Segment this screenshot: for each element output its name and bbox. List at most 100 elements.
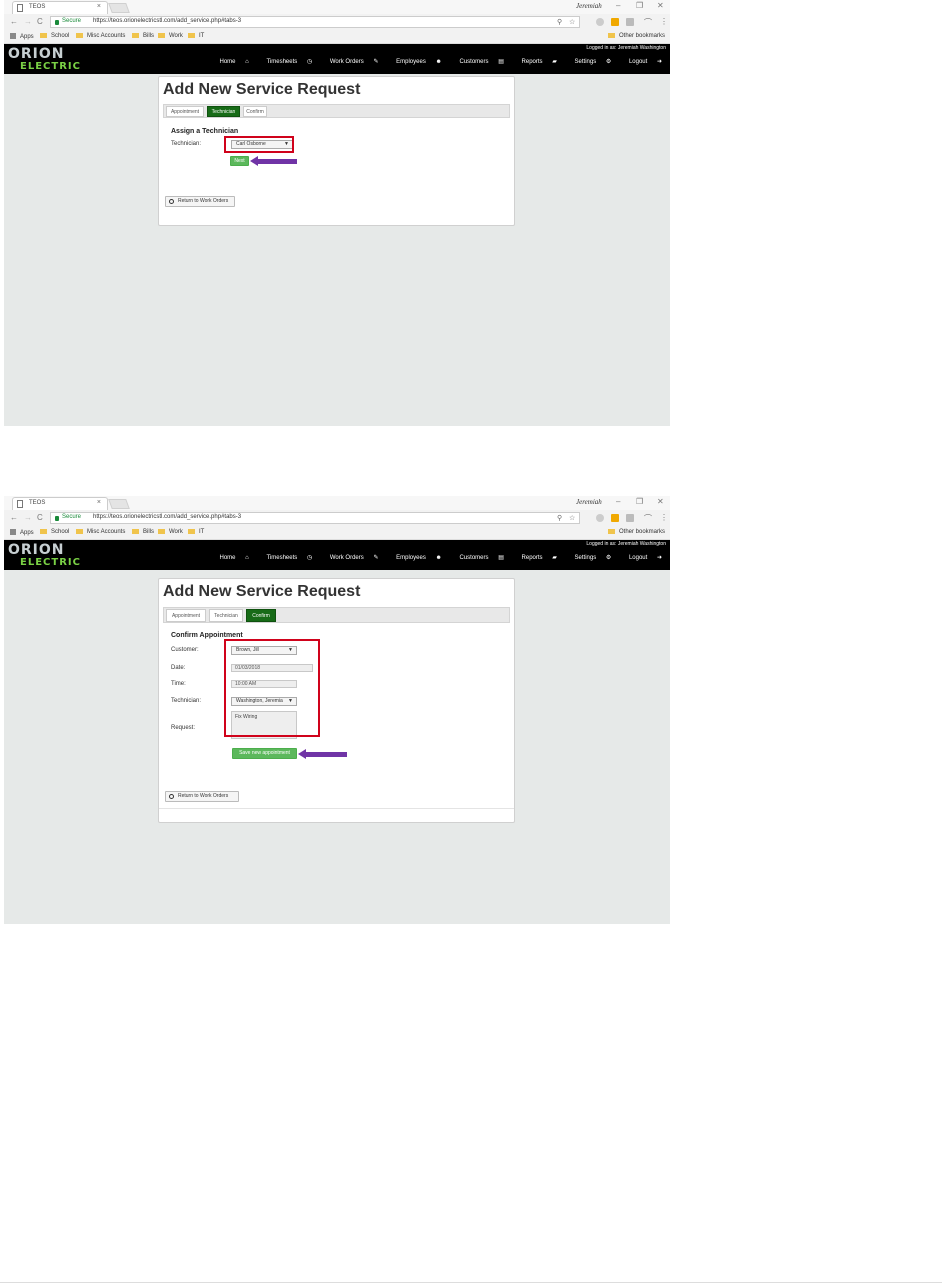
bookmark-bills[interactable]: Bills [132,33,154,39]
lock-icon [55,516,59,521]
bookmark-school[interactable]: School [40,33,69,39]
clock-icon: ◷ [306,59,313,65]
back-icon[interactable]: ← [10,17,18,26]
nav-customers[interactable]: Customers ▤ [452,555,504,561]
tab-technician[interactable]: Technician [209,609,243,622]
address-bar[interactable]: Secure https://teos.orionelectricstl.com… [50,16,580,28]
extension-icon[interactable]: ⌒ [644,17,652,28]
bookmark-work[interactable]: Work [158,33,183,39]
browser-user-name[interactable]: Jeremiah [576,498,602,506]
next-button[interactable]: Next [230,156,249,166]
return-to-work-orders-button[interactable]: Return to Work Orders [165,196,235,207]
nav-home[interactable]: Home ⌂ [211,555,248,561]
forward-icon[interactable]: → [24,513,32,522]
nav-logout[interactable]: Logout ➜ [621,59,662,65]
close-tab-icon[interactable]: × [97,499,101,506]
book-icon: ▰ [552,555,557,561]
minimize-icon[interactable]: – [616,1,620,10]
time-label: Time: [171,681,186,687]
bookmark-other[interactable]: Other bookmarks [608,529,665,535]
bookmark-work[interactable]: Work [158,529,183,535]
extension-icon[interactable] [611,514,619,522]
minimize-icon[interactable]: – [616,497,620,506]
date-label: Date: [171,665,186,671]
reload-icon[interactable]: C [37,513,43,522]
extension-icon[interactable] [596,18,604,26]
nav-reports[interactable]: Reports ▰ [514,555,557,561]
nav-work-orders[interactable]: Work Orders ✎ [322,555,379,561]
browser-tab[interactable]: TEOS × [12,497,108,510]
zoom-icon[interactable]: ⚲ [557,514,562,522]
nav-employees[interactable]: Employees ☻ [388,59,442,65]
zoom-icon[interactable]: ⚲ [557,18,562,26]
logged-in-label: Logged in as: Jeremiah Washington [586,541,666,547]
folder-icon [608,529,615,534]
close-window-icon[interactable]: ✕ [657,497,664,506]
tab-appointment[interactable]: Appointment [166,106,204,117]
bookmark-misc-accounts[interactable]: Misc Accounts [76,33,125,39]
close-window-icon[interactable]: ✕ [657,1,664,10]
menu-icon[interactable]: ⋮ [660,17,668,26]
star-icon[interactable]: ☆ [569,18,575,26]
bookmark-bills[interactable]: Bills [132,529,154,535]
book-icon: ▰ [552,59,557,65]
bookmark-school[interactable]: School [40,529,69,535]
apps-icon [10,33,16,39]
page-icon [17,500,23,508]
home-icon: ⌂ [245,59,249,65]
section-heading: Confirm Appointment [171,632,243,639]
highlight-box [224,639,320,737]
step-tabs: Appointment Technician Confirm [163,104,510,118]
browser-user-name[interactable]: Jeremiah [576,2,602,10]
nav-home[interactable]: Home ⌂ [211,59,248,65]
bookmark-it[interactable]: IT [188,33,204,39]
new-tab-button[interactable] [108,3,130,13]
return-to-work-orders-button[interactable]: Return to Work Orders [165,791,239,802]
nav-reports[interactable]: Reports ▰ [514,59,557,65]
address-bar[interactable]: Secure https://teos.orionelectricstl.com… [50,512,580,524]
browser-tab[interactable]: TEOS × [12,1,108,14]
close-tab-icon[interactable]: × [97,3,101,10]
tab-appointment[interactable]: Appointment [166,609,206,622]
tab-confirm[interactable]: Confirm [246,609,276,622]
back-icon[interactable]: ← [10,513,18,522]
extension-icon[interactable] [596,514,604,522]
extension-icon[interactable] [626,514,634,522]
reload-icon[interactable]: C [37,17,43,26]
restore-icon[interactable]: ❐ [636,1,643,10]
folder-icon [40,33,47,38]
nav-timesheets[interactable]: Timesheets ◷ [258,555,312,561]
nav-timesheets[interactable]: Timesheets ◷ [258,59,312,65]
nav-logout[interactable]: Logout ➜ [621,555,662,561]
nav-work-orders[interactable]: Work Orders ✎ [322,59,379,65]
save-appointment-button[interactable]: Save new appointment [232,748,297,759]
site-nav-links: Home ⌂ Timesheets ◷ Work Orders ✎ Employ… [203,554,662,561]
forward-icon[interactable]: → [24,17,32,26]
orion-electric-logo[interactable]: ORION ELECTRIC [8,543,81,568]
tab-confirm[interactable]: Confirm [243,106,267,117]
tab-technician[interactable]: Technician [207,106,240,117]
nav-settings[interactable]: Settings ⚙ [567,555,612,561]
bookmark-other[interactable]: Other bookmarks [608,33,665,39]
extension-icon[interactable] [626,18,634,26]
bookmark-apps[interactable]: Apps [10,33,34,40]
logged-in-label: Logged in as: Jeremiah Washington [586,45,666,51]
nav-settings[interactable]: Settings ⚙ [567,59,612,65]
star-icon[interactable]: ☆ [569,514,575,522]
restore-icon[interactable]: ❐ [636,497,643,506]
nav-customers[interactable]: Customers ▤ [452,59,504,65]
nav-employees[interactable]: Employees ☻ [388,555,442,561]
bookmark-misc-accounts[interactable]: Misc Accounts [76,529,125,535]
folder-icon [608,33,615,38]
folder-icon [188,529,195,534]
folder-icon [76,529,83,534]
extension-icon[interactable] [611,18,619,26]
table-icon: ▤ [498,59,504,65]
menu-icon[interactable]: ⋮ [660,513,668,522]
extension-icon[interactable]: ⌒ [644,513,652,524]
bookmark-apps[interactable]: Apps [10,529,34,536]
bookmark-it[interactable]: IT [188,529,204,535]
orion-electric-logo[interactable]: ORION ELECTRIC [8,47,81,72]
screenshot-confirm-step: TEOS × Jeremiah – ❐ ✕ ← → C Secure https… [4,496,670,924]
new-tab-button[interactable] [108,499,130,509]
